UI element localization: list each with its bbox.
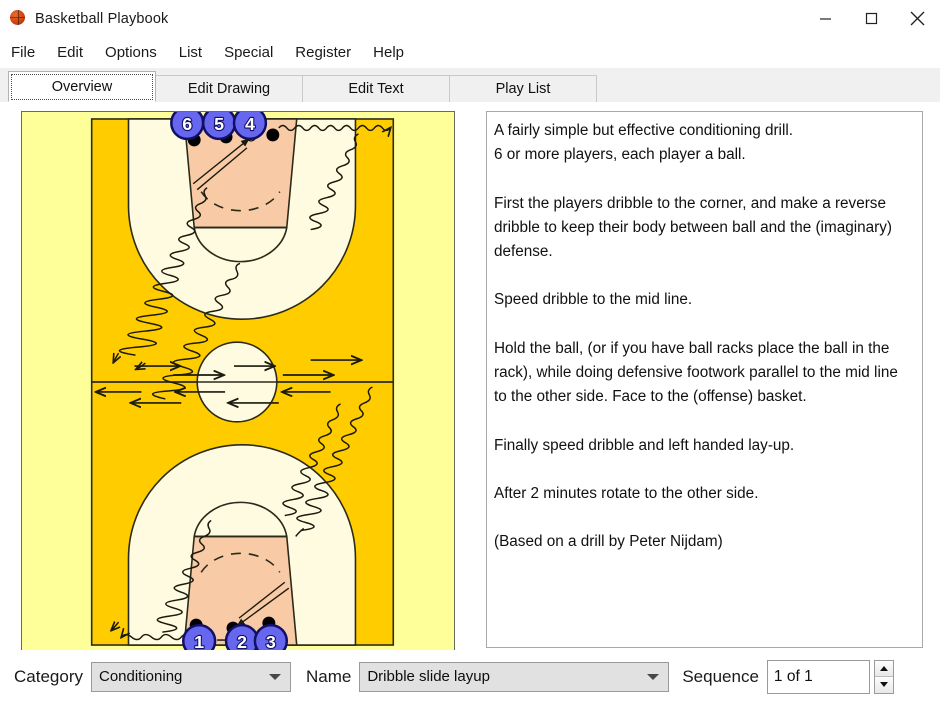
menu-item-file[interactable]: File bbox=[11, 42, 47, 63]
player-number-1: 1 bbox=[194, 632, 204, 652]
tab-edit-drawing[interactable]: Edit Drawing bbox=[155, 75, 303, 102]
court-diagram[interactable]: 6 5 4 1 2 3 bbox=[21, 111, 455, 653]
caret-down-icon bbox=[879, 682, 888, 688]
court-svg: 6 5 4 1 2 3 bbox=[22, 112, 454, 652]
tab-edit-text-label: Edit Text bbox=[348, 81, 404, 97]
menu-item-list[interactable]: List bbox=[179, 42, 214, 63]
category-value: Conditioning bbox=[98, 668, 183, 685]
window-titlebar: Basketball Playbook bbox=[0, 0, 940, 37]
player-marker-5: 5 bbox=[201, 112, 237, 141]
tab-focus-ring bbox=[11, 74, 153, 100]
sequence-up-button[interactable] bbox=[874, 660, 893, 677]
sequence-label: Sequence bbox=[682, 666, 759, 686]
sequence-value[interactable]: 1 of 1 bbox=[766, 659, 870, 694]
window-title: Basketball Playbook bbox=[35, 10, 169, 27]
chevron-down-icon bbox=[268, 673, 281, 680]
player-number-6: 6 bbox=[182, 114, 192, 134]
category-dropdown[interactable]: Conditioning bbox=[90, 661, 291, 692]
name-value: Dribble slide layup bbox=[367, 668, 490, 685]
player-number-3: 3 bbox=[266, 632, 276, 652]
menu-item-help[interactable]: Help bbox=[373, 42, 416, 63]
player-marker-3: 3 bbox=[253, 623, 289, 652]
menu-item-special[interactable]: Special bbox=[224, 42, 285, 63]
description-panel[interactable]: A fairly simple but effective conditioni… bbox=[486, 111, 923, 648]
category-label: Category bbox=[14, 666, 83, 686]
tab-overview[interactable]: Overview bbox=[8, 71, 156, 102]
bottom-toolbar: Category Conditioning Name Dribble slide… bbox=[0, 650, 940, 703]
menu-item-register[interactable]: Register bbox=[295, 42, 363, 63]
menu-item-options[interactable]: Options bbox=[105, 42, 169, 63]
close-button[interactable] bbox=[894, 0, 940, 37]
tab-play-list-label: Play List bbox=[495, 81, 551, 97]
player-number-5: 5 bbox=[214, 114, 224, 134]
name-label: Name bbox=[305, 666, 352, 686]
overview-panel: 6 5 4 1 2 3 A fairly simple but effectiv… bbox=[0, 103, 940, 653]
tab-play-list[interactable]: Play List bbox=[449, 75, 597, 102]
name-dropdown[interactable]: Dribble slide layup bbox=[359, 661, 670, 692]
caret-up-icon bbox=[879, 665, 888, 671]
menu-item-edit[interactable]: Edit bbox=[57, 42, 95, 63]
sequence-down-button[interactable] bbox=[874, 677, 893, 693]
player-number-4: 4 bbox=[245, 114, 255, 134]
player-number-2: 2 bbox=[237, 632, 247, 652]
chevron-down-icon bbox=[647, 673, 660, 680]
basketball-icon bbox=[8, 9, 26, 28]
player-marker-4: 4 bbox=[232, 112, 268, 141]
player-marker-2: 2 bbox=[224, 623, 260, 652]
sequence-spin-buttons[interactable] bbox=[873, 659, 894, 694]
tab-strip: Overview Edit Drawing Edit Text Play Lis… bbox=[0, 68, 940, 103]
minimize-button[interactable] bbox=[802, 0, 848, 37]
description-text: A fairly simple but effective conditioni… bbox=[494, 122, 898, 551]
sequence-stepper[interactable]: 1 of 1 bbox=[766, 659, 894, 694]
window-controls bbox=[802, 0, 940, 37]
tab-edit-text[interactable]: Edit Text bbox=[302, 75, 450, 102]
menubar: File Edit Options List Special Register … bbox=[0, 38, 940, 66]
player-marker-1: 1 bbox=[182, 623, 217, 652]
maximize-button[interactable] bbox=[848, 0, 894, 37]
tab-edit-drawing-label: Edit Drawing bbox=[187, 81, 271, 97]
player-marker-6: 6 bbox=[170, 112, 205, 141]
